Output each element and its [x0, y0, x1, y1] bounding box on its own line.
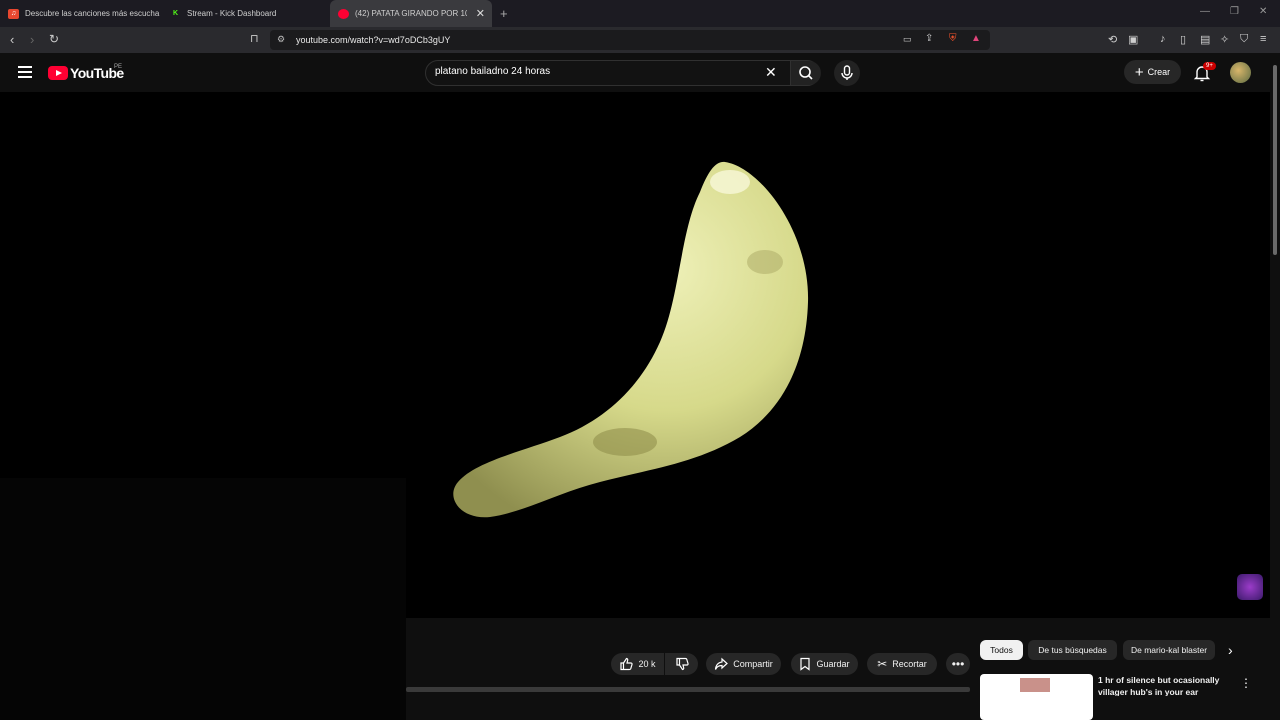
- thumbs-down-icon: [675, 657, 689, 671]
- recommended-thumbnail[interactable]: [980, 674, 1093, 720]
- menu-icon[interactable]: ≡: [1260, 33, 1266, 45]
- site-info-icon[interactable]: ⚙: [277, 34, 285, 45]
- tab-music[interactable]: ♫ Descubre las canciones más escucha: [0, 0, 162, 27]
- recommendation-menu-icon[interactable]: ⋮: [1240, 676, 1252, 690]
- reload-icon[interactable]: ↻: [49, 32, 59, 46]
- tab-kick[interactable]: K Stream - Kick Dashboard: [162, 0, 326, 27]
- youtube-icon: [338, 8, 349, 19]
- plus-icon: +: [1134, 63, 1144, 81]
- share-button[interactable]: Compartir: [706, 653, 781, 675]
- clip-button[interactable]: ✂ Recortar: [867, 653, 937, 675]
- chip-de-tus-busquedas[interactable]: De tus búsquedas: [1028, 640, 1117, 660]
- kick-icon: K: [172, 10, 179, 17]
- tab-title: (42) PATATA GIRANDO POR 10 H: [355, 9, 467, 18]
- save-button[interactable]: Guardar: [791, 653, 858, 675]
- notification-badge: 9+: [1203, 62, 1216, 70]
- address-bar: ‹ › ↻ ⊓ ⚙ youtube.com/watch?v=wd7oDCb3gU…: [0, 27, 1280, 53]
- channel-watermark[interactable]: [1237, 574, 1263, 600]
- thumbs-up-icon: [620, 657, 634, 671]
- share-arrow-icon: [715, 657, 729, 670]
- url-text: youtube.com/watch?v=wd7oDCb3gUY: [296, 35, 451, 45]
- sync-icon[interactable]: ⟲: [1108, 33, 1117, 46]
- below-video-area: 20 k Compartir Guardar ✂ Recortar ••• To…: [406, 618, 1270, 720]
- search-icon: [799, 66, 813, 80]
- youtube-play-icon: [48, 66, 68, 80]
- video-frame-banana: [453, 161, 809, 518]
- save-label: Guardar: [816, 659, 850, 669]
- scissors-icon: ✂: [877, 657, 888, 671]
- like-count: 20 k: [638, 659, 656, 669]
- clear-search-icon[interactable]: ✕: [765, 64, 777, 81]
- create-button[interactable]: + Crear: [1124, 60, 1181, 84]
- scrollbar-thumb[interactable]: [1273, 65, 1277, 255]
- chip-todos[interactable]: Todos: [980, 640, 1023, 660]
- restore-icon[interactable]: ❐: [1230, 6, 1239, 17]
- chip-de-mario-kal-blaster[interactable]: De mario-kal blaster: [1123, 640, 1215, 660]
- share-icon[interactable]: ⇪: [925, 33, 933, 44]
- vpn-icon[interactable]: ⛉: [1240, 33, 1248, 46]
- close-window-icon[interactable]: ✕: [1259, 6, 1267, 17]
- avatar[interactable]: [1230, 62, 1251, 83]
- recommended-video-title[interactable]: 1 hr of silence but ocasionally villager…: [1098, 674, 1232, 696]
- search-button[interactable]: [790, 61, 821, 85]
- more-icon: •••: [951, 657, 965, 671]
- tab-title: Stream - Kick Dashboard: [187, 9, 277, 18]
- forward-icon[interactable]: ›: [30, 32, 34, 47]
- page-scrollbar[interactable]: [1270, 53, 1280, 720]
- browser-tab-bar: ♫ Descubre las canciones más escucha K S…: [0, 0, 1280, 27]
- dark-overlay-panel: [0, 478, 406, 720]
- youtube-logo[interactable]: YouTube: [48, 65, 124, 81]
- search-box: ✕: [425, 60, 821, 86]
- create-label: Crear: [1147, 67, 1171, 77]
- chips-next-icon[interactable]: ›: [1228, 642, 1233, 658]
- brave-shield-icon[interactable]: ⛨: [949, 33, 957, 44]
- share-label: Compartir: [733, 659, 773, 669]
- tab-title: Descubre las canciones más escucha: [25, 9, 160, 18]
- music-app-icon: ♫: [8, 8, 19, 19]
- country-code: PE: [114, 64, 123, 70]
- hamburger-menu-icon[interactable]: [18, 66, 32, 81]
- youtube-header: YouTube PE ✕ + Crear 9+: [0, 53, 1270, 92]
- cast-icon[interactable]: ▭: [903, 34, 912, 45]
- translate-icon[interactable]: ▣: [1128, 33, 1138, 46]
- minimize-icon[interactable]: —: [1200, 6, 1210, 17]
- new-tab-button[interactable]: +: [500, 6, 508, 21]
- close-tab-icon[interactable]: ✕: [476, 7, 485, 20]
- more-actions-button[interactable]: •••: [946, 653, 970, 675]
- search-input[interactable]: [435, 66, 755, 77]
- back-icon[interactable]: ‹: [10, 32, 14, 47]
- clip-label: Recortar: [892, 659, 927, 669]
- wallet-icon[interactable]: ▤: [1200, 33, 1210, 46]
- voice-search-button[interactable]: [834, 60, 860, 86]
- bookmark-icon[interactable]: ⊓: [250, 32, 259, 45]
- brave-rewards-icon[interactable]: ▲: [971, 33, 981, 44]
- media-icon[interactable]: ♪: [1160, 33, 1166, 45]
- description-bar: [406, 687, 970, 692]
- sidebar-icon[interactable]: ▯: [1180, 33, 1186, 46]
- like-button[interactable]: 20 k: [611, 653, 664, 675]
- tab-youtube[interactable]: (42) PATATA GIRANDO POR 10 H ✕: [330, 0, 492, 27]
- leo-ai-icon[interactable]: ✧: [1220, 33, 1229, 46]
- url-field[interactable]: ⚙ youtube.com/watch?v=wd7oDCb3gUY ▭ ⇪ ⛨ …: [270, 30, 990, 50]
- microphone-icon: [841, 65, 853, 80]
- bookmark-save-icon: [800, 657, 811, 671]
- dislike-button[interactable]: [665, 653, 698, 675]
